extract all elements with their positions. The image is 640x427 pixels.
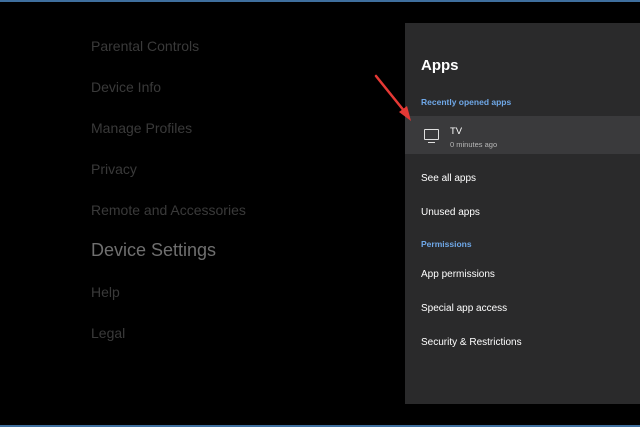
menu-item-legal[interactable]: Legal: [91, 325, 125, 341]
special-app-access-item[interactable]: Special app access: [421, 303, 507, 314]
menu-item-remote-and-accessories[interactable]: Remote and Accessories: [91, 202, 246, 218]
apps-panel: Apps Recently opened apps TV 0 minutes a…: [405, 23, 640, 404]
tv-icon: [424, 129, 439, 143]
top-border: [0, 0, 640, 2]
menu-item-device-info[interactable]: Device Info: [91, 79, 161, 95]
recent-app-tv[interactable]: TV 0 minutes ago: [405, 116, 640, 154]
app-name: TV: [450, 126, 463, 137]
unused-apps-item[interactable]: Unused apps: [421, 207, 480, 218]
menu-item-help[interactable]: Help: [91, 284, 120, 300]
recently-opened-header: Recently opened apps: [421, 97, 512, 107]
panel-title: Apps: [421, 57, 459, 74]
app-permissions-item[interactable]: App permissions: [421, 269, 495, 280]
menu-item-parental-controls[interactable]: Parental Controls: [91, 38, 199, 54]
menu-item-privacy[interactable]: Privacy: [91, 161, 137, 177]
permissions-header: Permissions: [421, 239, 472, 249]
app-last-opened: 0 minutes ago: [450, 140, 498, 149]
security-restrictions-item[interactable]: Security & Restrictions: [421, 337, 522, 348]
see-all-apps-item[interactable]: See all apps: [421, 173, 476, 184]
menu-item-device-settings[interactable]: Device Settings: [91, 240, 216, 261]
menu-item-manage-profiles[interactable]: Manage Profiles: [91, 120, 192, 136]
